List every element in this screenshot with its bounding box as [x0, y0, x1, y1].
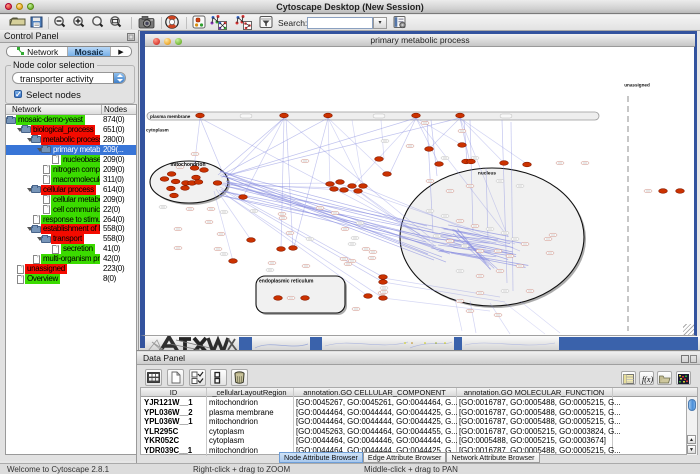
svg-text:cytoplasm: cytoplasm [146, 128, 169, 133]
svg-text:endoplasmic reticulum: endoplasmic reticulum [259, 279, 314, 285]
svg-text:nucleus: nucleus [478, 171, 496, 177]
svg-text:unassigned: unassigned [624, 83, 650, 88]
svg-text:mitochondrion: mitochondrion [171, 162, 206, 168]
svg-text:f(x): f(x) [642, 375, 653, 384]
svg-text:plasma membrane: plasma membrane [150, 114, 191, 119]
